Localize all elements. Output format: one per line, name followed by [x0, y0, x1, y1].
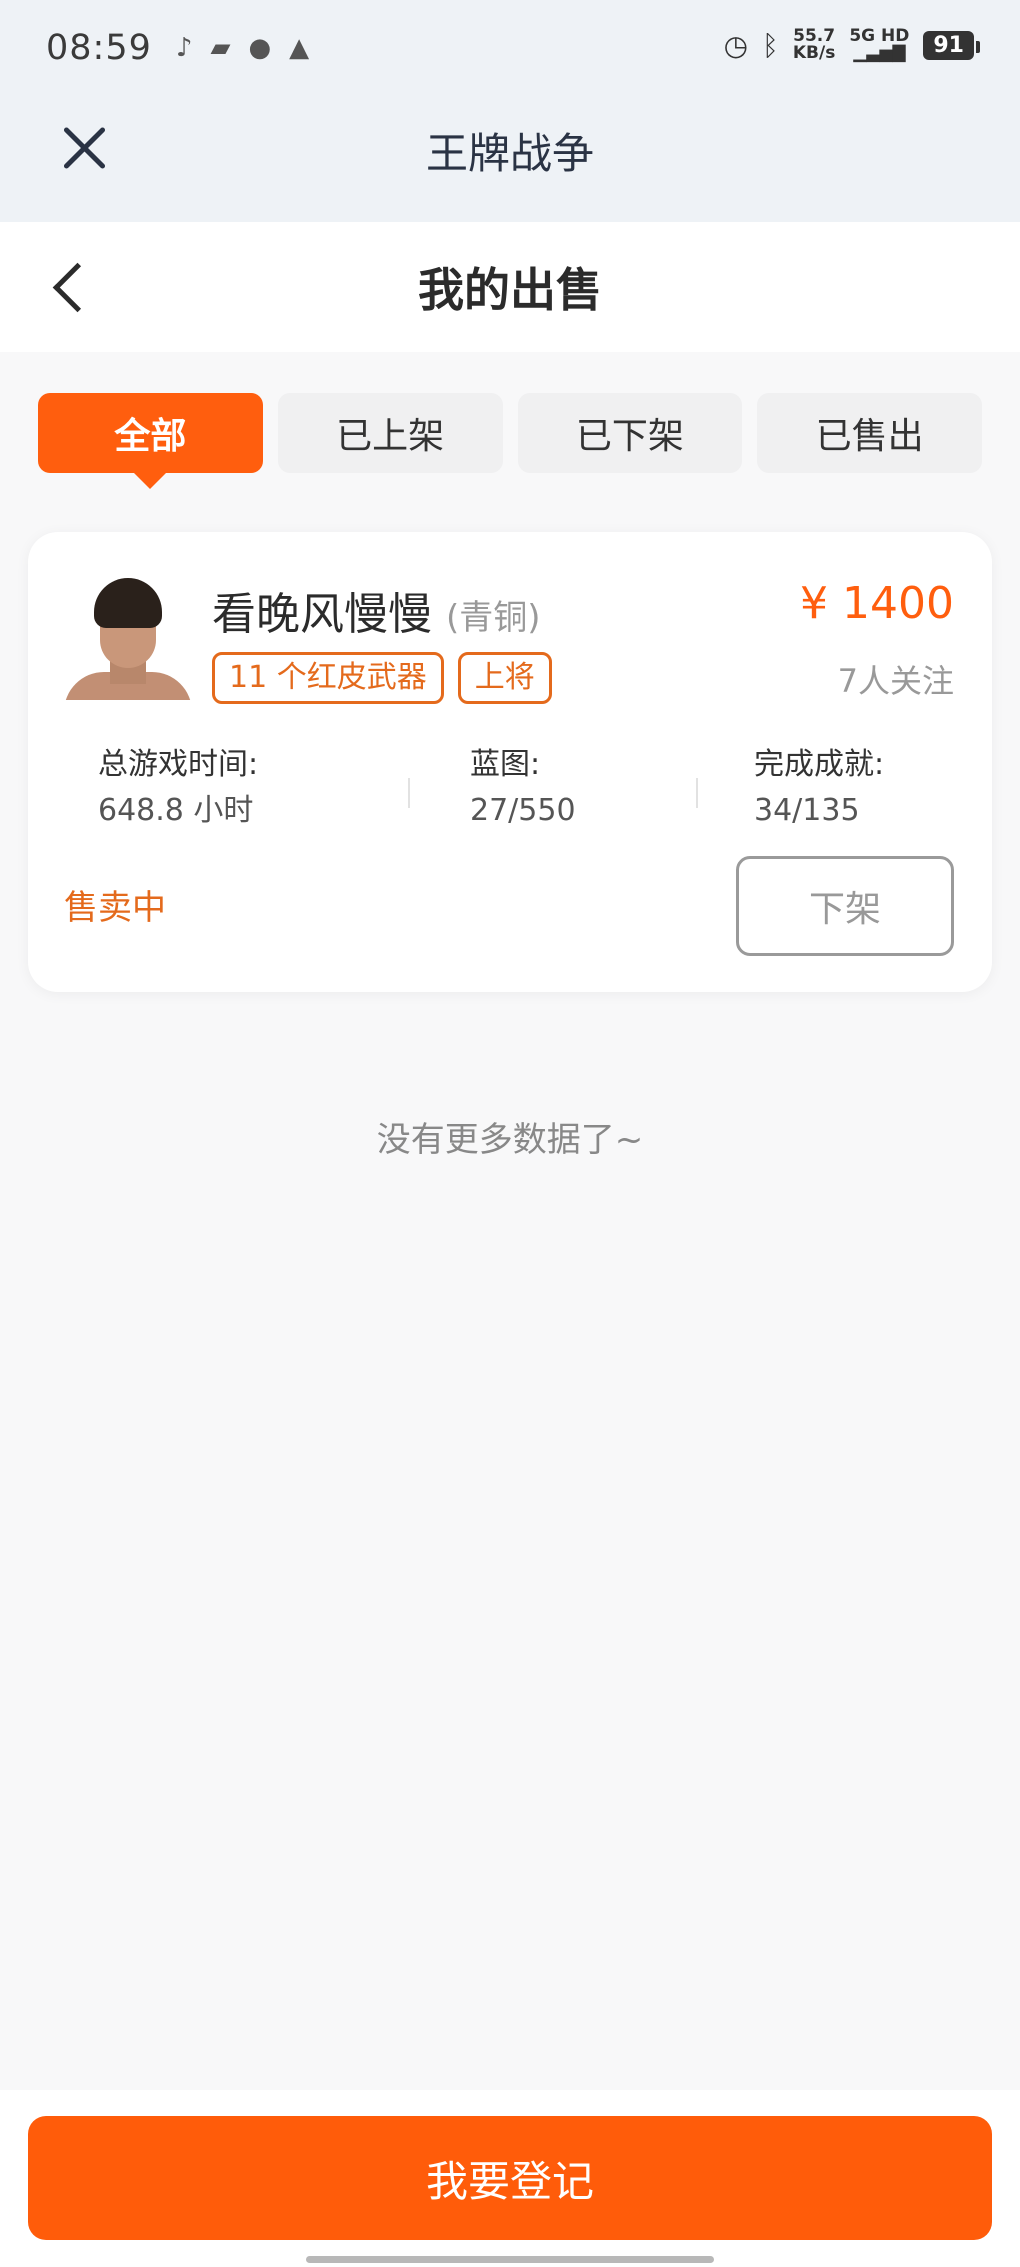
signal-icon: ▁▃▅▇: [853, 43, 906, 63]
tag-list: 11 个红皮武器 上将: [212, 652, 552, 704]
network-speed-unit: KB/s: [792, 43, 836, 63]
player-name-text: 看晚风慢慢: [212, 589, 432, 640]
home-indicator[interactable]: [306, 2256, 714, 2263]
stat-value: 27/550: [470, 793, 576, 828]
battery-indicator: 91: [923, 30, 980, 60]
stat-blueprints: 蓝图: 27/550: [470, 742, 576, 834]
alarm-icon: ◷: [723, 28, 749, 62]
player-name: 看晚风慢慢 (青铜): [212, 578, 541, 642]
stats-row: 总游戏时间: 648.8 小时 蓝图: 27/550 完成成就: 34/135: [98, 742, 958, 842]
status-bar: 08:59 ♪ ▰ ● ▲ ◷ ᛒ 55.7 KB/s 5G HD ▁▃▅▇ 9…: [0, 0, 1020, 96]
stat-playtime: 总游戏时间: 648.8 小时: [98, 742, 258, 834]
stat-label: 总游戏时间:: [98, 747, 259, 782]
warning-icon: ▲: [289, 33, 310, 63]
stat-achievements: 完成成就: 34/135: [754, 742, 884, 834]
register-button[interactable]: 我要登记: [28, 2116, 992, 2240]
page-header: 我的出售: [0, 222, 1020, 352]
tab-delisted[interactable]: 已下架: [517, 393, 743, 473]
avatar-hair: [94, 578, 162, 628]
page-title: 我的出售: [418, 263, 602, 317]
status-time: 08:59: [46, 28, 152, 68]
stat-value: 34/135: [754, 793, 860, 828]
tab-all[interactable]: 全部: [38, 393, 263, 489]
stat-value: 648.8 小时: [98, 793, 254, 828]
status-icons-right: ◷ ᛒ 55.7 KB/s 5G HD ▁▃▅▇ 91: [723, 28, 980, 62]
bluetooth-icon: ᛒ: [762, 28, 779, 62]
followers-count: 7人关注: [837, 662, 954, 700]
app-title: 王牌战争: [425, 129, 594, 178]
tag-weapons: 11 个红皮武器: [212, 652, 444, 704]
tab-listed[interactable]: 已上架: [277, 393, 503, 473]
app-icon: ▰: [210, 33, 231, 63]
stat-divider: [696, 778, 698, 808]
tag-rank-title: 上将: [457, 652, 552, 704]
status-icons-left: ♪ ▰ ● ▲: [176, 33, 309, 63]
listing-card[interactable]: 看晚风慢慢 (青铜) 11 个红皮武器 上将 ¥ 1400 7人关注 总游戏时间…: [28, 532, 992, 992]
player-rank: (青铜): [446, 598, 541, 638]
avatar: [64, 572, 192, 700]
network-speed: 55.7 KB/s: [793, 28, 835, 62]
network-type: 5G HD ▁▃▅▇: [849, 28, 909, 62]
location-icon: ●: [248, 33, 272, 63]
stat-label: 完成成就:: [754, 747, 885, 782]
listing-status: 售卖中: [64, 888, 166, 928]
notification-icon: ♪: [175, 33, 193, 63]
price: ¥ 1400: [800, 578, 954, 629]
tab-bar: 全部 已上架 已下架 已售出: [38, 393, 982, 489]
stat-label: 蓝图:: [470, 747, 541, 782]
stat-divider: [408, 778, 410, 808]
app-header: 王牌战争: [0, 96, 1020, 222]
delist-button[interactable]: 下架: [736, 856, 954, 956]
tab-sold[interactable]: 已售出: [757, 393, 982, 473]
no-more-data-text: 没有更多数据了~: [376, 1120, 644, 1160]
